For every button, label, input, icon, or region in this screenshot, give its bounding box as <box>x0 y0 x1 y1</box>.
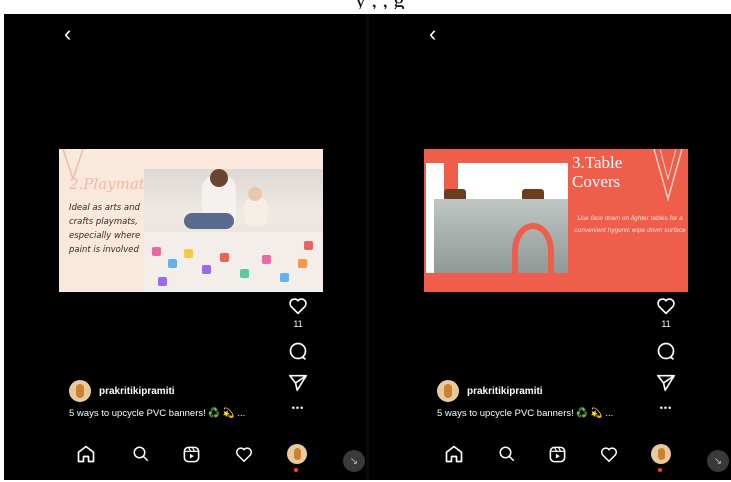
heart-icon[interactable] <box>287 297 309 315</box>
profile-avatar[interactable] <box>649 442 673 472</box>
comment-icon[interactable] <box>655 341 677 361</box>
phone-screen-left: ‹ 2.Playmats Ideal as arts and crafts pl… <box>4 14 366 480</box>
notification-dot <box>658 468 662 472</box>
search-icon[interactable] <box>129 442 153 466</box>
notification-dot <box>294 468 298 472</box>
username[interactable]: prakritikipramiti <box>99 386 175 397</box>
post-author[interactable]: prakritikipramiti <box>69 380 175 402</box>
username[interactable]: prakritikipramiti <box>467 386 543 397</box>
home-icon[interactable] <box>442 442 466 466</box>
post-image-playmats[interactable]: 2.Playmats Ideal as arts and crafts play… <box>59 149 323 292</box>
send-icon[interactable] <box>287 374 309 392</box>
avatar[interactable] <box>69 380 91 402</box>
like-count: 11 <box>293 319 303 329</box>
phone-screen-right: ‹ 3.Table Covers Use face down on lighte… <box>369 14 731 480</box>
more-icon[interactable]: ••• <box>287 403 309 413</box>
profile-avatar[interactable] <box>285 442 309 472</box>
back-icon[interactable]: ‹ <box>64 22 71 46</box>
reels-icon[interactable] <box>545 442 569 466</box>
heart-icon[interactable] <box>655 297 677 315</box>
post-author[interactable]: prakritikipramiti <box>437 380 543 402</box>
post-title: 2.Playmats <box>69 175 153 193</box>
activity-icon[interactable] <box>232 442 256 466</box>
decorative-v-icon <box>653 149 683 202</box>
post-text: Ideal as arts and crafts playmats, espec… <box>69 203 141 255</box>
search-icon[interactable] <box>495 442 519 466</box>
reels-icon[interactable] <box>179 442 203 466</box>
cropped-header-text: y , , g <box>0 0 731 9</box>
comment-icon[interactable] <box>287 341 309 361</box>
avatar[interactable] <box>437 380 459 402</box>
more-icon[interactable]: ••• <box>655 403 677 413</box>
back-icon[interactable]: ‹ <box>429 22 436 46</box>
minimize-icon[interactable]: ↘ <box>343 450 365 472</box>
post-title: 3.Table Covers <box>572 153 623 191</box>
home-icon[interactable] <box>74 442 98 466</box>
activity-icon[interactable] <box>597 442 621 466</box>
bottom-nav <box>369 439 731 472</box>
bottom-nav <box>4 439 366 472</box>
minimize-icon[interactable]: ↘ <box>707 450 729 472</box>
post-photo <box>426 163 568 273</box>
post-text: Use face down on lighter tables for a co… <box>574 215 686 234</box>
post-image-table-covers[interactable]: 3.Table Covers Use face down on lighter … <box>424 149 688 292</box>
caption[interactable]: 5 ways to upcycle PVC banners! ♻️ 💫 ... <box>437 408 613 419</box>
post-photo <box>144 169 323 292</box>
send-icon[interactable] <box>655 374 677 392</box>
like-count: 11 <box>661 319 671 329</box>
caption[interactable]: 5 ways to upcycle PVC banners! ♻️ 💫 ... <box>69 408 245 419</box>
